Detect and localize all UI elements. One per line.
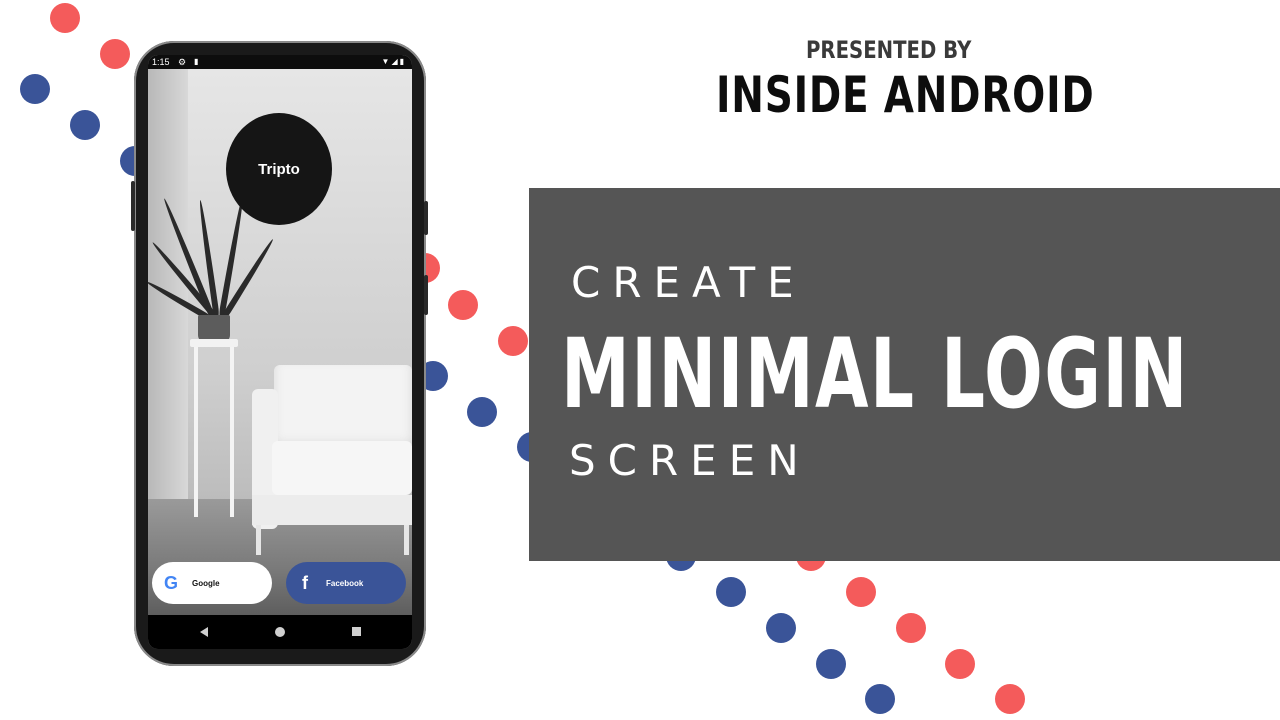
battery-icon: ▮ — [399, 57, 406, 66]
title-panel: CREATE MINIMAL LOGIN SCREEN — [529, 188, 1280, 561]
phone-screen: 1:15 ⚙ ▮ ▼◢▮ Tripto G Google f Facebook — [148, 55, 412, 649]
title-line-screen: SCREEN — [569, 436, 811, 485]
decor-dot — [50, 3, 80, 33]
facebook-login-button[interactable]: f Facebook — [286, 562, 406, 604]
decor-dot — [816, 649, 846, 679]
recents-icon[interactable] — [352, 627, 361, 636]
sofa-leg — [404, 525, 409, 555]
decor-dot — [467, 397, 497, 427]
sofa-seat — [272, 441, 412, 495]
title-line-create: CREATE — [571, 258, 806, 307]
decor-dot — [945, 649, 975, 679]
decor-dot — [70, 110, 100, 140]
navigation-bar — [148, 615, 412, 649]
phone-mockup: 1:15 ⚙ ▮ ▼◢▮ Tripto G Google f Facebook — [131, 41, 428, 666]
decor-dot — [20, 74, 50, 104]
title-line-main: MINIMAL LOGIN — [561, 318, 1189, 430]
decor-dot — [100, 39, 130, 69]
settings-icon: ⚙ — [178, 57, 187, 67]
google-logo-icon: G — [163, 572, 178, 593]
decor-dot — [846, 577, 876, 607]
decor-dot — [766, 613, 796, 643]
brand-title: INSIDE ANDROID — [716, 66, 1095, 124]
wifi-icon: ▼ — [381, 57, 392, 66]
side-button — [424, 275, 428, 315]
wall-shadow — [148, 69, 188, 509]
sofa-leg — [256, 525, 261, 555]
decor-dot — [498, 326, 528, 356]
decor-dot — [448, 290, 478, 320]
power-button — [424, 201, 428, 235]
volume-button — [131, 181, 135, 231]
status-bar: 1:15 ⚙ ▮ ▼◢▮ — [148, 55, 412, 69]
app-logo: Tripto — [226, 113, 332, 225]
facebook-logo-icon: f — [302, 572, 308, 593]
sofa-back — [274, 365, 412, 449]
pedestal-leg — [194, 347, 198, 517]
facebook-login-label: Facebook — [326, 578, 364, 588]
signal-icon: ◢ — [391, 57, 400, 66]
sofa-base — [252, 495, 412, 525]
google-login-label: Google — [192, 578, 220, 588]
google-login-button[interactable]: G Google — [152, 562, 272, 604]
status-time: 1:15 — [152, 57, 170, 67]
presented-by-label: PRESENTED BY — [806, 36, 972, 64]
pedestal — [190, 339, 238, 347]
decor-dot — [896, 613, 926, 643]
sd-card-icon: ▮ — [194, 57, 199, 66]
home-icon[interactable] — [275, 627, 285, 637]
pedestal-leg — [230, 347, 234, 517]
decor-dot — [865, 684, 895, 714]
decor-dot — [995, 684, 1025, 714]
back-icon[interactable] — [200, 627, 208, 637]
decor-dot — [716, 577, 746, 607]
app-name: Tripto — [258, 160, 300, 178]
status-icons: ▼◢▮ — [382, 55, 406, 69]
